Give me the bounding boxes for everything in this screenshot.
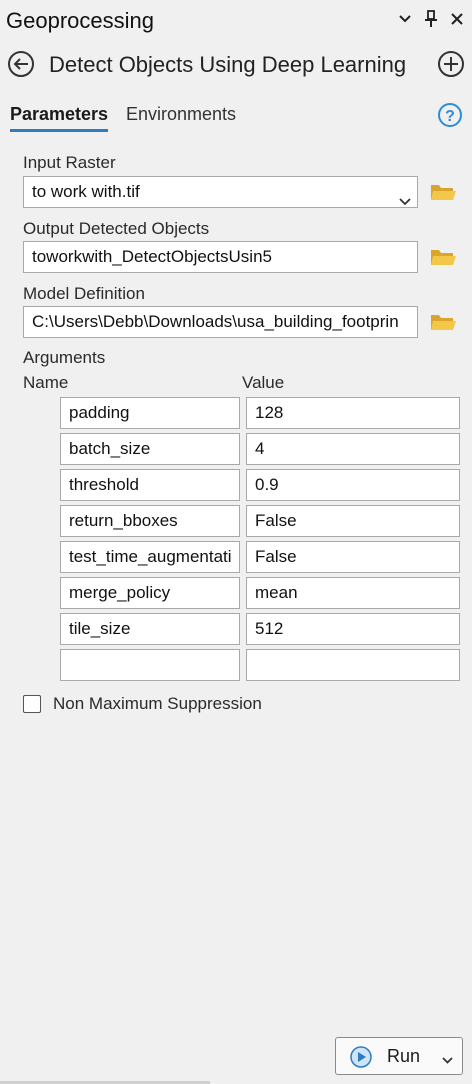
argument-name-cell[interactable] [60,649,240,681]
argument-name-cell[interactable]: tile_size [60,613,240,645]
tab-bar: Parameters Environments [0,104,472,134]
argument-value-cell[interactable] [246,649,460,681]
table-row [60,649,462,681]
table-row: padding 128 [60,397,462,429]
svg-text:?: ? [445,108,455,125]
tool-title-row: Detect Objects Using Deep Learning [0,46,472,84]
nms-label: Non Maximum Suppression [53,694,262,713]
argument-value-cell[interactable]: 128 [246,397,460,429]
run-label: Run [387,1046,421,1066]
chevron-down-icon[interactable] [396,10,414,28]
argument-name-cell[interactable]: padding [60,397,240,429]
output-objects-input[interactable]: toworkwith_DetectObjectsUsin5 [23,241,418,273]
argument-value-cell[interactable]: False [246,541,460,573]
argument-name-cell[interactable]: threshold [60,469,240,501]
argument-value-cell[interactable]: mean [246,577,460,609]
table-row: tile_size 512 [60,613,462,645]
table-row: return_bboxes False [60,505,462,537]
table-row: test_time_augmentati False [60,541,462,573]
pane-header: Geoprocessing [0,0,472,40]
table-row: merge_policy mean [60,577,462,609]
nms-checkbox[interactable] [23,695,41,713]
table-row: threshold 0.9 [60,469,462,501]
run-button[interactable]: Run [335,1037,463,1075]
arguments-name-header: Name [23,373,69,392]
output-objects-label: Output Detected Objects [23,219,210,238]
arguments-label: Arguments [23,348,106,367]
play-icon [350,1046,372,1068]
folder-icon[interactable] [429,310,457,334]
argument-name-cell[interactable]: test_time_augmentati [60,541,240,573]
tool-title: Detect Objects Using Deep Learning [49,52,407,77]
close-icon[interactable] [448,10,466,28]
argument-name-cell[interactable]: batch_size [60,433,240,465]
chevron-down-icon[interactable] [442,1052,453,1064]
chevron-down-icon [399,187,411,206]
pin-icon[interactable] [422,10,440,28]
folder-icon[interactable] [429,245,457,269]
model-definition-input[interactable]: C:\Users\Debb\Downloads\usa_building_foo… [23,306,418,338]
arguments-value-header: Value [242,373,285,392]
argument-name-cell[interactable]: merge_policy [60,577,240,609]
nms-checkbox-row[interactable]: Non Maximum Suppression [23,692,262,716]
argument-value-cell[interactable]: 4 [246,433,460,465]
add-circle-icon[interactable] [437,50,465,78]
input-raster-dropdown[interactable]: to work with.tif [23,176,418,208]
input-raster-value: to work with.tif [32,182,140,201]
argument-value-cell[interactable]: 0.9 [246,469,460,501]
help-icon[interactable]: ? [437,102,463,128]
argument-value-cell[interactable]: 512 [246,613,460,645]
argument-value-cell[interactable]: False [246,505,460,537]
model-definition-label: Model Definition [23,284,145,303]
back-arrow-icon[interactable] [7,50,35,78]
argument-name-cell[interactable]: return_bboxes [60,505,240,537]
pane-title: Geoprocessing [6,8,154,33]
tab-environments[interactable]: Environments [126,104,236,129]
folder-icon[interactable] [429,180,457,204]
tab-parameters[interactable]: Parameters [10,104,109,132]
table-row: batch_size 4 [60,433,462,465]
input-raster-label: Input Raster [23,153,116,172]
pane-header-icons [396,10,466,28]
